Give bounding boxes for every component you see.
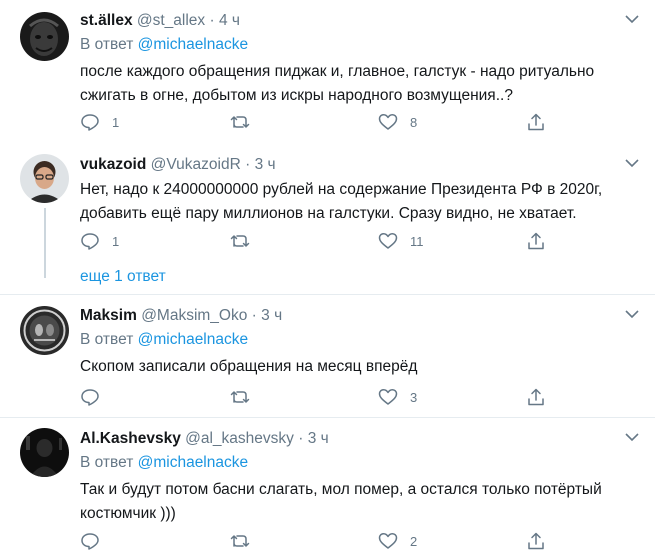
like-count: 11: [410, 233, 424, 249]
timestamp[interactable]: 3 ч: [308, 430, 329, 447]
tweet[interactable]: Al.Kashevsky @al_kashevsky · 3 ч В ответ…: [0, 418, 655, 559]
like-icon: [378, 388, 398, 405]
avatar[interactable]: [20, 12, 69, 61]
reply-prefix: В ответ: [80, 454, 134, 471]
reply-prefix: В ответ: [80, 331, 134, 348]
retweet-icon: [230, 116, 250, 128]
action-bar: 2: [80, 530, 560, 552]
action-bar: 1 8: [80, 111, 560, 133]
reply-button[interactable]: 1: [80, 111, 119, 133]
action-bar: 3: [80, 386, 560, 408]
separator-dot: ·: [245, 156, 251, 173]
tweet-text: Скопом записали обращения на месяц вперё…: [80, 358, 418, 375]
separator-dot: ·: [209, 12, 215, 29]
timestamp[interactable]: 3 ч: [255, 156, 276, 173]
share-icon: [528, 232, 544, 250]
author-name[interactable]: st.ällex: [80, 12, 133, 29]
reply-context: В ответ @michaelnacke: [80, 36, 248, 54]
retweet-icon: [230, 235, 250, 247]
separator-dot: ·: [298, 430, 304, 447]
tweet-text: после каждого обращения пиджак и, главно…: [80, 63, 595, 104]
chevron-down-icon[interactable]: [625, 432, 639, 442]
mention-link[interactable]: @michaelnacke: [138, 331, 249, 348]
like-button[interactable]: 8: [378, 111, 417, 133]
reply-icon: [81, 389, 99, 406]
reply-count: 1: [112, 114, 120, 130]
share-button[interactable]: [526, 230, 546, 252]
author-name[interactable]: vukazoid: [80, 156, 146, 173]
retweet-icon: [230, 535, 250, 547]
author-handle[interactable]: @st_allex: [137, 12, 205, 29]
reply-context: В ответ @michaelnacke: [80, 454, 248, 472]
author-name[interactable]: Al.Kashevsky: [80, 430, 181, 447]
mention-link[interactable]: @michaelnacke: [138, 36, 249, 53]
share-icon: [528, 532, 544, 550]
share-button[interactable]: [526, 530, 546, 552]
like-button[interactable]: 3: [378, 386, 417, 408]
timestamp[interactable]: 3 ч: [261, 307, 282, 324]
share-icon: [528, 113, 544, 131]
like-button[interactable]: 11: [378, 230, 424, 252]
reply-count: 1: [112, 233, 120, 249]
reply-icon: [81, 533, 99, 550]
author-handle[interactable]: @Maksim_Oko: [141, 307, 247, 324]
reply-icon: [81, 233, 99, 250]
chevron-down-icon[interactable]: [625, 14, 639, 24]
chevron-down-icon[interactable]: [625, 309, 639, 319]
like-count: 8: [410, 114, 418, 130]
reply-button[interactable]: [80, 530, 112, 552]
like-count: 3: [410, 389, 418, 405]
thread-line: [44, 208, 46, 278]
timestamp[interactable]: 4 ч: [219, 12, 240, 29]
reply-button[interactable]: 1: [80, 230, 119, 252]
author-handle[interactable]: @al_kashevsky: [185, 430, 294, 447]
tweet[interactable]: vukazoid @VukazoidR · 3 ч Нет, надо к 24…: [0, 146, 655, 294]
retweet-icon: [230, 391, 250, 403]
like-icon: [378, 532, 398, 549]
avatar[interactable]: [20, 428, 69, 477]
show-more-replies-link[interactable]: еще 1 ответ: [80, 268, 166, 286]
like-button[interactable]: 2: [378, 530, 417, 552]
share-button[interactable]: [526, 111, 546, 133]
retweet-button[interactable]: [230, 386, 262, 408]
like-count: 2: [410, 533, 418, 549]
tweet-text: Так и будут потом басни слагать, мол пом…: [80, 481, 602, 522]
share-icon: [528, 388, 544, 406]
retweet-button[interactable]: [230, 111, 262, 133]
tweet[interactable]: Maksim @Maksim_Oko · 3 ч В ответ @michae…: [0, 295, 655, 417]
chevron-down-icon[interactable]: [625, 158, 639, 168]
mention-link[interactable]: @michaelnacke: [138, 454, 249, 471]
avatar[interactable]: [20, 154, 69, 203]
like-icon: [378, 113, 398, 130]
like-icon: [378, 232, 398, 249]
reply-button[interactable]: [80, 386, 112, 408]
share-button[interactable]: [526, 386, 546, 408]
author-name[interactable]: Maksim: [80, 307, 137, 324]
avatar[interactable]: [20, 306, 69, 355]
separator-dot: ·: [251, 307, 257, 324]
tweet-text: Нет, надо к 24000000000 рублей на содерж…: [80, 181, 603, 222]
reply-prefix: В ответ: [80, 36, 134, 53]
retweet-button[interactable]: [230, 530, 262, 552]
retweet-button[interactable]: [230, 230, 262, 252]
action-bar: 1 11: [80, 230, 560, 252]
reply-context: В ответ @michaelnacke: [80, 331, 248, 349]
tweet[interactable]: st.ällex @st_allex · 4 ч В ответ @michae…: [0, 0, 655, 146]
reply-icon: [81, 114, 99, 131]
author-handle[interactable]: @VukazoidR: [151, 156, 241, 173]
